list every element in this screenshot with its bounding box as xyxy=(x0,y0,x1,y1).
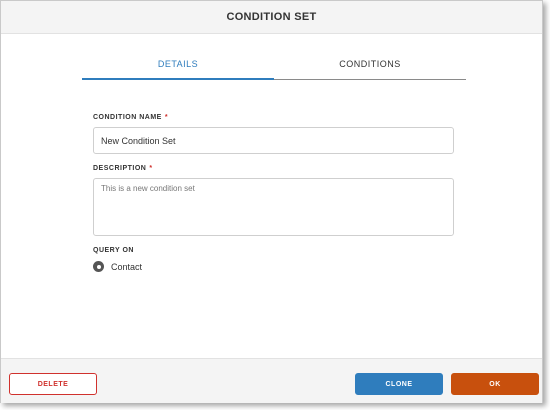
radio-selected-icon[interactable] xyxy=(93,261,104,272)
ok-button[interactable]: OK xyxy=(451,373,539,395)
description-textarea[interactable]: This is a new condition set xyxy=(93,178,454,236)
dialog-header: CONDITION SET xyxy=(1,1,542,34)
condition-name-label-text: CONDITION NAME xyxy=(93,114,162,121)
dialog-footer: DELETE CLONE OK xyxy=(1,358,542,403)
tab-bar: DETAILS CONDITIONS xyxy=(82,55,466,80)
clone-button[interactable]: CLONE xyxy=(355,373,443,395)
condition-name-input[interactable] xyxy=(93,127,454,154)
dialog-title: CONDITION SET xyxy=(226,11,317,23)
query-on-contact-label: Contact xyxy=(111,261,143,272)
radio-dot xyxy=(96,264,101,269)
tab-conditions[interactable]: CONDITIONS xyxy=(274,55,466,79)
query-on-label: QUERY ON xyxy=(93,247,134,254)
required-asterisk: * xyxy=(164,114,169,121)
delete-button[interactable]: DELETE xyxy=(9,373,97,395)
description-label-text: DESCRIPTION xyxy=(93,165,147,172)
condition-name-label: CONDITION NAME * xyxy=(93,114,168,121)
description-label: DESCRIPTION * xyxy=(93,165,153,172)
condition-set-dialog: CONDITION SET DETAILS CONDITIONS CONDITI… xyxy=(0,0,543,403)
tab-details[interactable]: DETAILS xyxy=(82,55,274,80)
query-on-contact-option[interactable]: Contact xyxy=(93,261,142,272)
required-asterisk: * xyxy=(149,165,153,172)
